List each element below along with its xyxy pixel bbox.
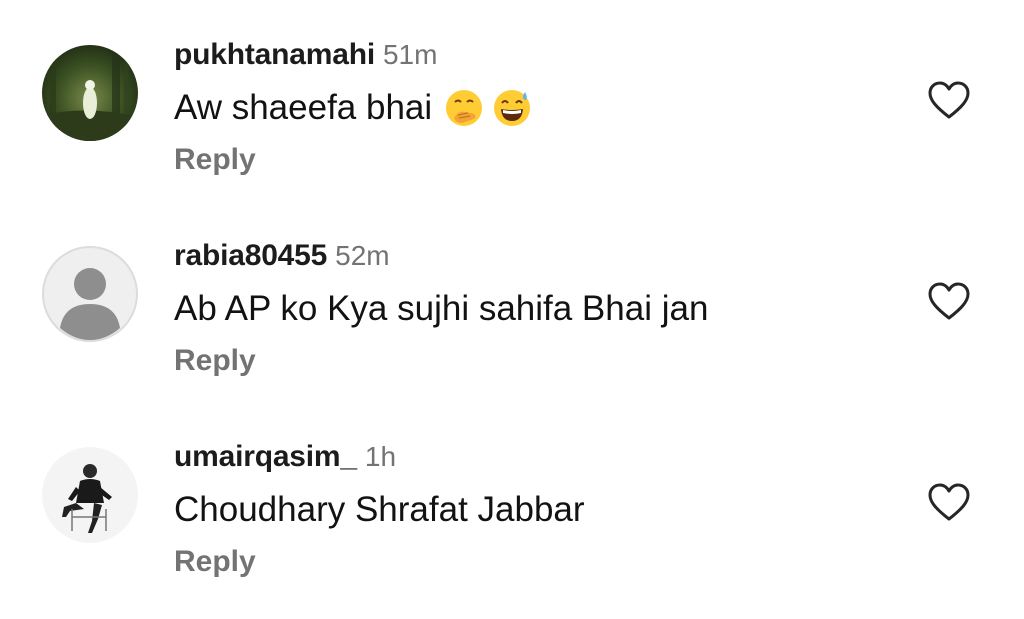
user-avatar[interactable] (42, 246, 138, 342)
like-button[interactable] (926, 279, 972, 325)
heart-outline-icon (928, 282, 970, 320)
reply-button[interactable]: Reply (174, 143, 256, 177)
comment-text-row: Aw shaeefa bhai (174, 88, 532, 128)
comment-text-row: Choudhary Shrafat Jabbar (174, 490, 585, 530)
like-button[interactable] (926, 480, 972, 526)
comment-header: pukhtanamahi 51m (174, 38, 437, 72)
user-avatar[interactable] (42, 45, 138, 141)
reply-button[interactable]: Reply (174, 545, 256, 579)
comment-text-row: Ab AP ko Kya sujhi sahifa Bhai jan (174, 289, 708, 329)
grinning-sweat-emoji (492, 88, 532, 128)
user-avatar[interactable] (42, 447, 138, 543)
heart-outline-icon (928, 483, 970, 521)
username[interactable]: rabia80455 (174, 239, 327, 272)
timestamp: 52m (335, 240, 390, 271)
like-button[interactable] (926, 78, 972, 124)
reply-button[interactable]: Reply (174, 344, 256, 378)
comment-text: Ab AP ko Kya sujhi sahifa Bhai jan (174, 289, 709, 328)
comment-item: umairqasim_ 1h Choudhary Shrafat Jabbar R… (0, 402, 1024, 592)
comment-item: pukhtanamahi 51m Aw shaeefa bhai Reply (0, 0, 1024, 190)
hand-over-mouth-emoji (444, 88, 484, 128)
comment-item: rabia80455 52m Ab AP ko Kya sujhi sahifa … (0, 201, 1024, 391)
default-profile-avatar (42, 246, 138, 342)
comment-text: Choudhary Shrafat Jabbar (174, 490, 585, 529)
comment-header: rabia80455 52m (174, 239, 390, 273)
timestamp: 51m (382, 39, 438, 70)
comment-header: umairqasim_ 1h (174, 440, 396, 474)
username[interactable]: umairqasim_ (174, 440, 357, 473)
heart-outline-icon (928, 81, 970, 119)
forest-photo-avatar (42, 45, 138, 141)
seated-man-photo-avatar (42, 447, 138, 543)
username[interactable]: pukhtanamahi (174, 38, 375, 71)
timestamp: 1h (364, 441, 397, 472)
comment-text: Aw shaeefa bhai (174, 88, 433, 127)
